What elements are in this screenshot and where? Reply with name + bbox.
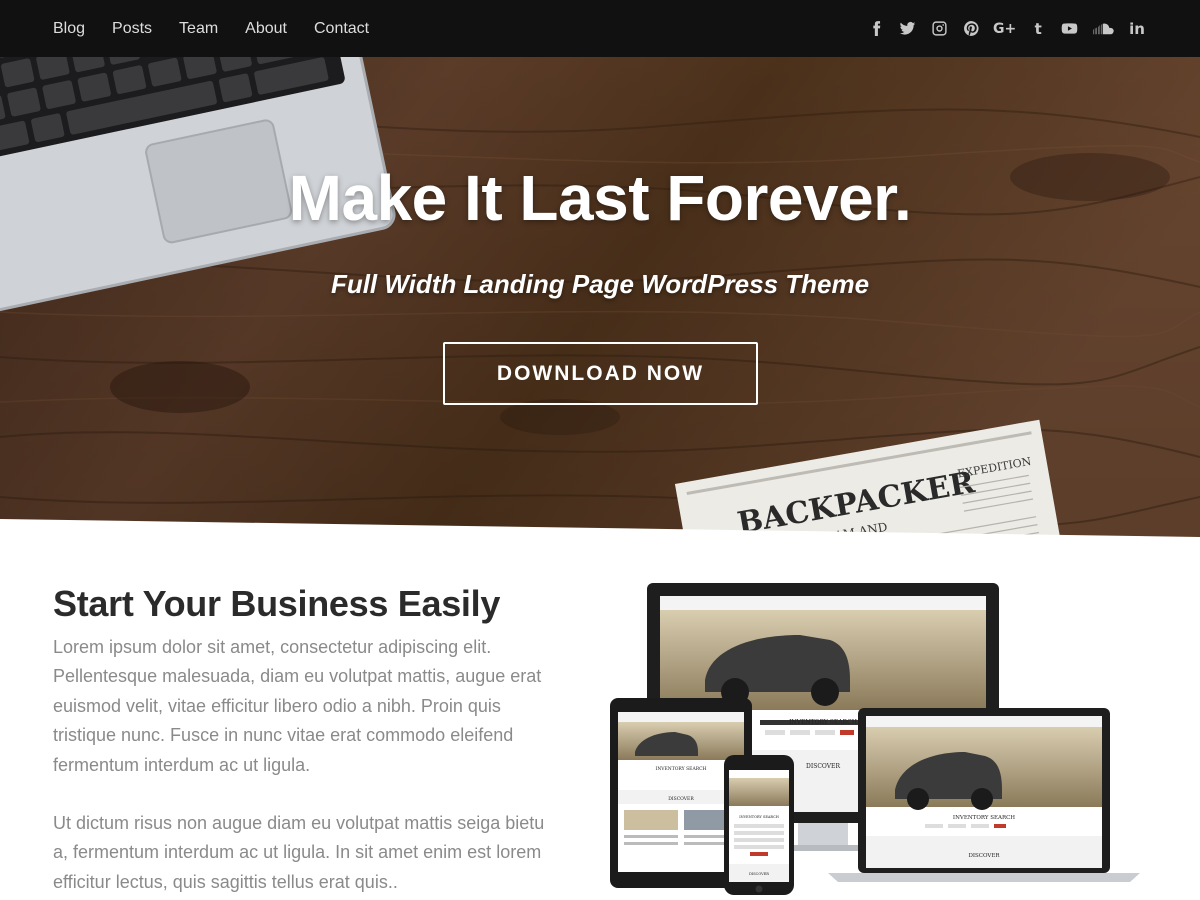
svg-text:INVENTORY SEARCH: INVENTORY SEARCH [656,766,707,772]
phone-device: INVENTORY SEARCH DISCOVER [724,755,794,895]
soundcloud-icon[interactable] [1090,18,1116,40]
svg-text:DISCOVER: DISCOVER [806,763,840,770]
instagram-icon[interactable] [928,18,950,40]
svg-text:DISCOVER: DISCOVER [668,796,694,802]
google-plus-icon[interactable]: G+ [992,18,1018,40]
svg-text:INVENTORY SEARCH: INVENTORY SEARCH [953,815,1015,821]
nav-link-posts[interactable]: Posts [112,20,152,38]
top-navigation-bar: Blog Posts Team About Contact G+ t in [0,0,1200,57]
svg-text:INVENTORY SEARCH: INVENTORY SEARCH [739,815,779,819]
intro-paragraph: Lorem ipsum dolor sit amet, consectetur … [53,637,542,775]
nav-link-team[interactable]: Team [179,20,218,38]
svg-text:INVENTORY SEARCH: INVENTORY SEARCH [789,719,857,726]
download-now-button[interactable]: DOWNLOAD NOW [443,342,758,405]
nav-link-about[interactable]: About [245,20,287,38]
pinterest-icon[interactable] [960,18,982,40]
youtube-icon[interactable] [1059,18,1081,40]
nav-links: Blog Posts Team About Contact [53,0,396,57]
facebook-icon[interactable] [865,18,887,40]
svg-text:DISCOVER: DISCOVER [968,853,1000,859]
section-heading: Start Your Business Easily [53,583,501,624]
hero-title: Make It Last Forever. [288,162,912,234]
nav-link-blog[interactable]: Blog [53,20,85,38]
laptop-device: INVENTORY SEARCH DISCOVER [828,708,1140,882]
linkedin-icon[interactable]: in [1126,18,1148,40]
svg-text:DISCOVER: DISCOVER [749,872,769,876]
social-links: G+ t in [856,0,1148,57]
responsive-devices-image: INVENTORY SEARCH DISCOVER INVENTORY SEAR… [610,583,1140,895]
hero-subtitle: Full Width Landing Page WordPress Theme [330,269,870,299]
hero-section: BACKPACKER YOUR DREAM AND EXPEDITION Mak… [0,57,1200,537]
twitter-icon[interactable] [897,18,919,40]
tumblr-icon[interactable]: t [1027,18,1049,40]
nav-link-contact[interactable]: Contact [314,20,369,38]
second-paragraph: Ut dictum risus non augue diam eu volutp… [53,813,545,892]
